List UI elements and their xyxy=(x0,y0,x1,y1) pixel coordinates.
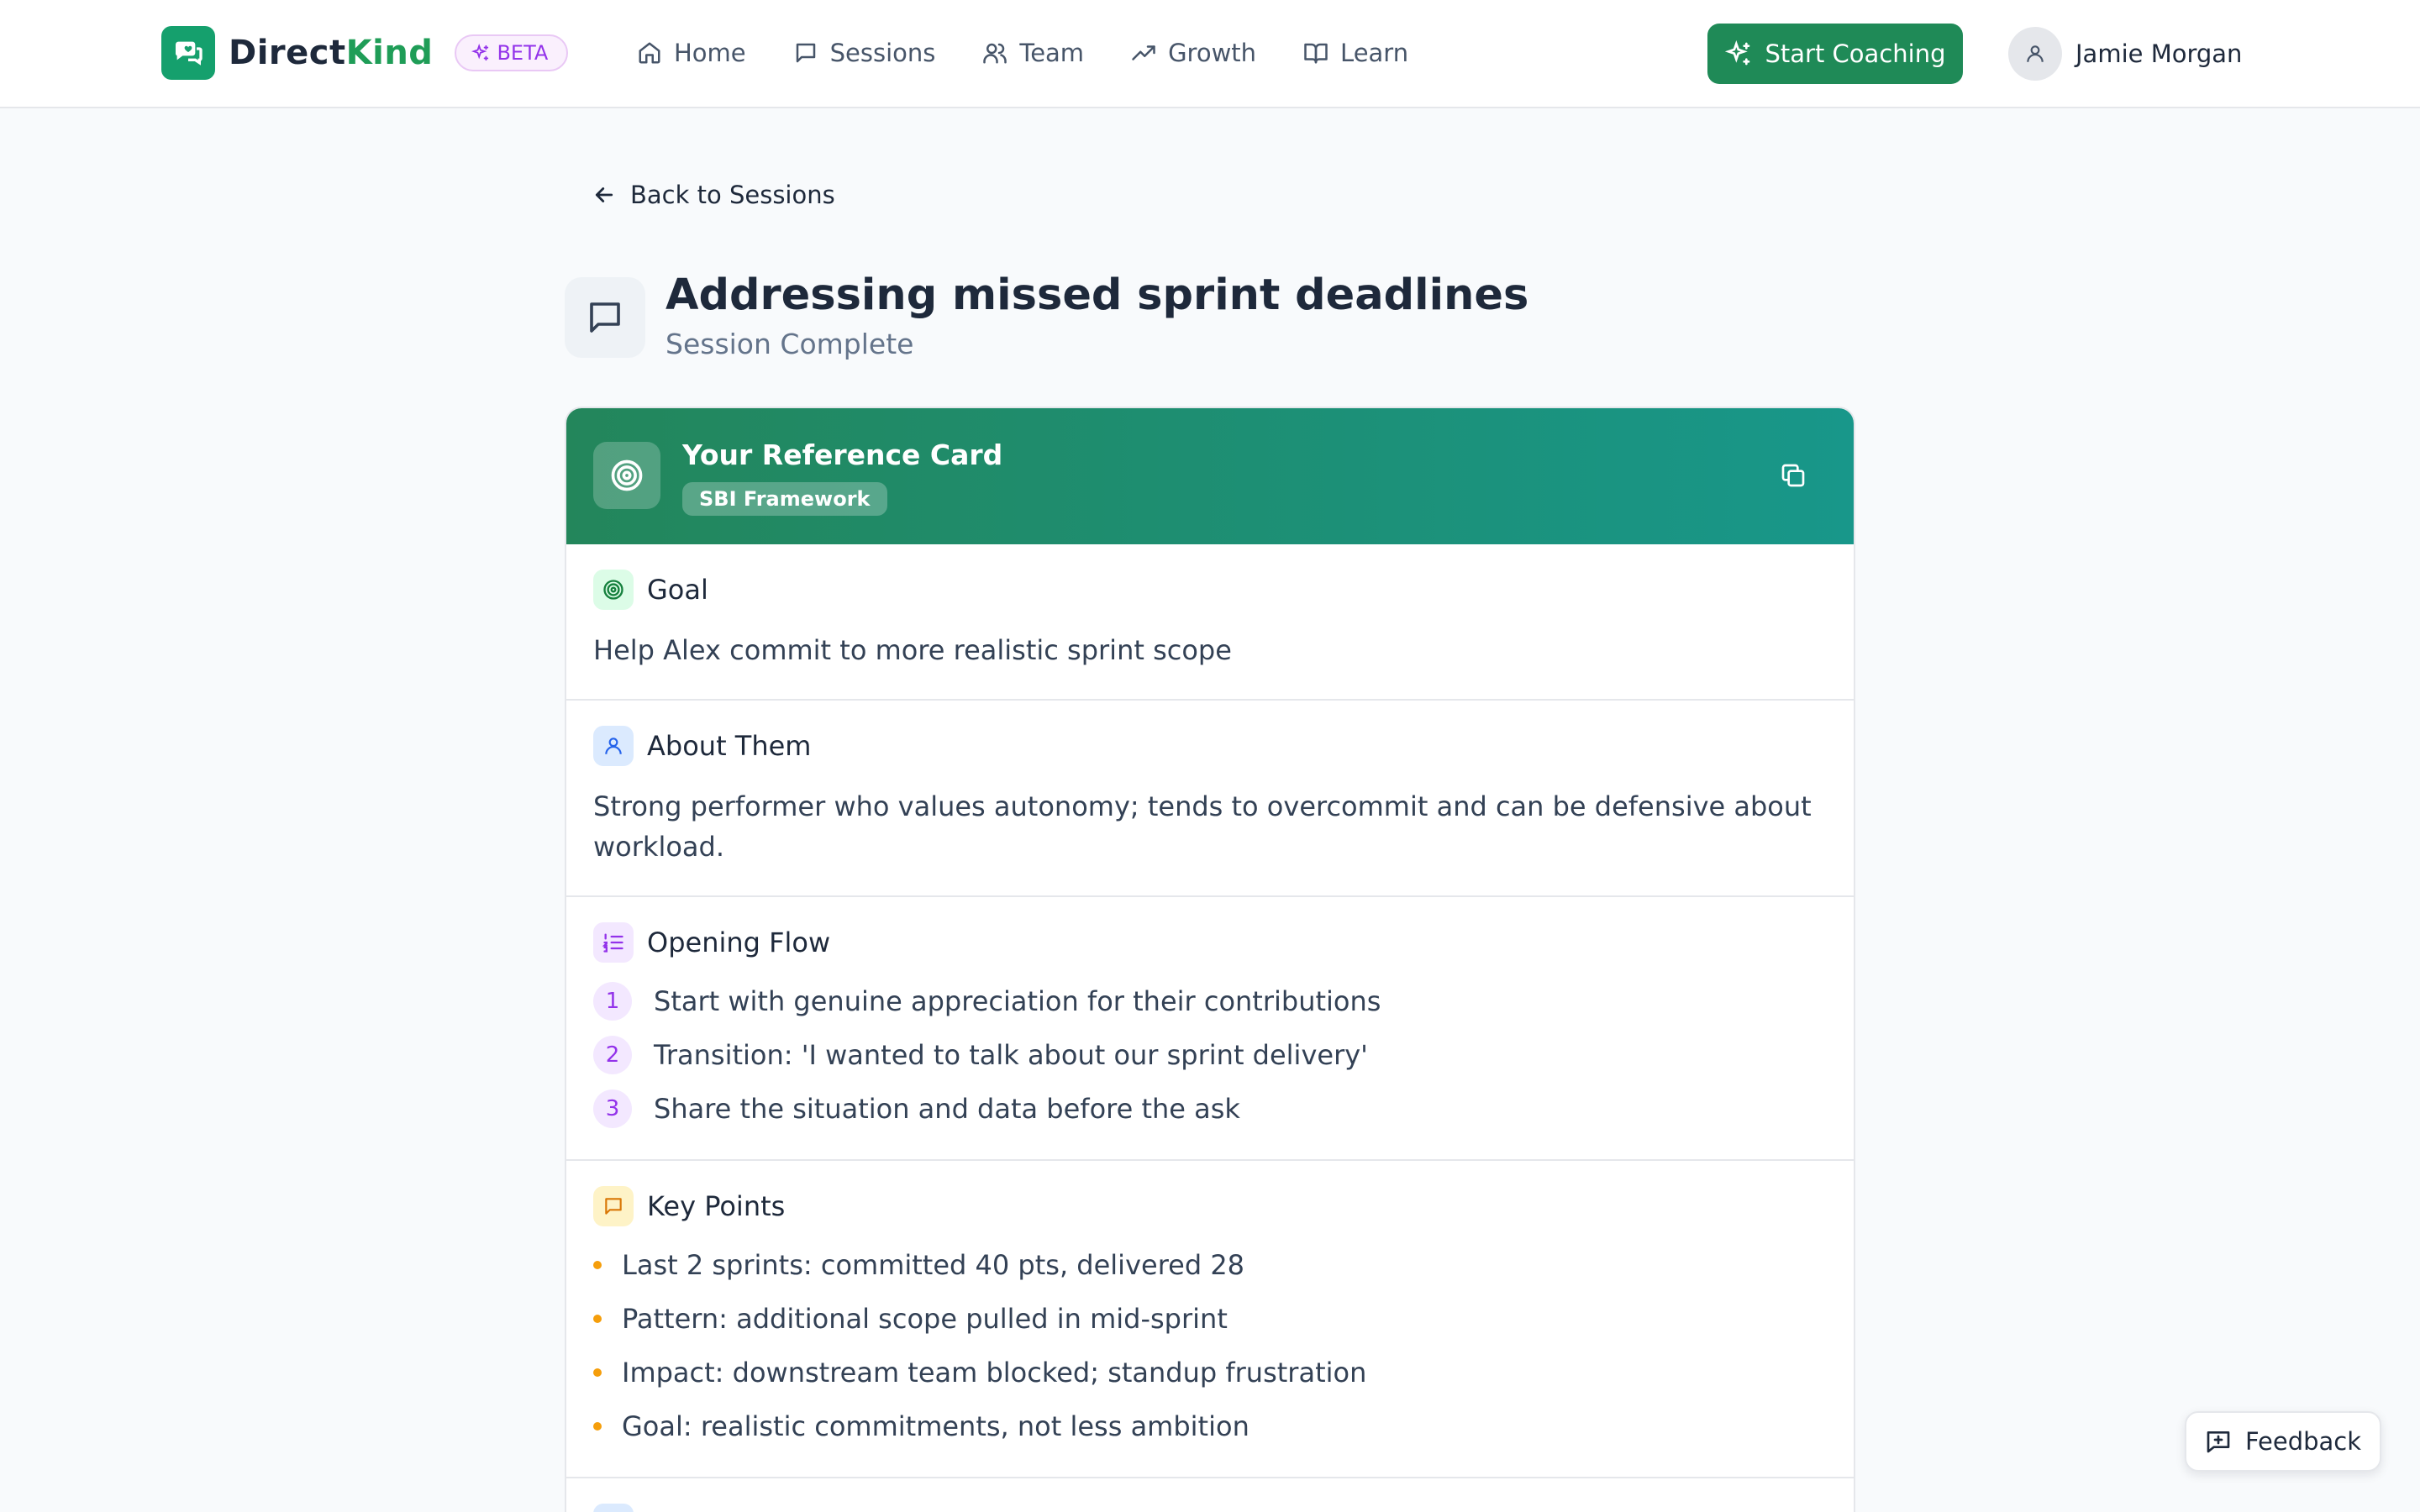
back-to-sessions-link[interactable]: Back to Sessions xyxy=(592,178,835,212)
goal-heading: Goal xyxy=(647,574,708,606)
bullet-icon xyxy=(593,1422,602,1431)
list-item: 1 Start with genuine appreciation for th… xyxy=(593,981,1381,1021)
copy-button[interactable] xyxy=(1773,455,1813,496)
session-chat-icon xyxy=(565,277,645,358)
reference-card-header: Your Reference Card SBI Framework xyxy=(566,408,1854,544)
trending-up-icon xyxy=(1132,45,1155,60)
nav-item-label: Learn xyxy=(1340,39,1409,67)
chat-icon xyxy=(593,1186,634,1226)
framework-badge: SBI Framework xyxy=(682,482,887,516)
beta-label: BETA xyxy=(497,41,549,65)
goal-heading-row: Goal xyxy=(593,570,708,610)
home-icon xyxy=(639,42,660,64)
nav-item-label: Home xyxy=(674,39,746,67)
nav-item-team[interactable]: Team xyxy=(982,34,1084,72)
key-points-heading: Key Points xyxy=(647,1190,786,1222)
brand-name-part1: Direct xyxy=(229,34,346,72)
list-item: 3 Share the situation and data before th… xyxy=(593,1089,1240,1129)
list-item: Pattern: additional scope pulled in mid-… xyxy=(593,1299,1228,1339)
target-icon xyxy=(593,570,634,610)
nav-item-label: Team xyxy=(1019,39,1085,67)
reference-card-title: Your Reference Card xyxy=(682,438,1003,471)
user-name: Jamie Morgan xyxy=(2075,39,2243,68)
back-label: Back to Sessions xyxy=(630,181,835,209)
sparkles-icon xyxy=(471,44,489,61)
key-point-text: Goal: realistic commitments, not less am… xyxy=(622,1410,1249,1442)
book-icon xyxy=(1304,43,1328,64)
avatar xyxy=(2008,27,2062,81)
reference-card: Your Reference Card SBI Framework Goal H… xyxy=(565,407,1855,1512)
bullet-icon xyxy=(593,1368,602,1377)
feedback-button[interactable]: Feedback xyxy=(2185,1411,2381,1472)
bullet-icon xyxy=(593,1315,602,1323)
message-plus-icon xyxy=(2207,1431,2230,1453)
main-nav: Home Sessions Team Growth Learn xyxy=(637,34,1455,72)
about-text: Strong performer who values autonomy; te… xyxy=(593,790,1812,863)
nav-item-label: Growth xyxy=(1168,39,1257,67)
list-item: Impact: downstream team blocked; standup… xyxy=(593,1352,1366,1393)
nav-item-label: Sessions xyxy=(829,39,936,67)
nav-item-sessions[interactable]: Sessions xyxy=(793,34,936,72)
step-number: 2 xyxy=(593,1036,632,1074)
list-item: Last 2 sprints: committed 40 pts, delive… xyxy=(593,1245,1244,1285)
step-text: Start with genuine appreciation for thei… xyxy=(654,985,1381,1017)
list-item: Goal: realistic commitments, not less am… xyxy=(593,1406,1249,1446)
nav-item-growth[interactable]: Growth xyxy=(1131,34,1256,72)
step-number: 3 xyxy=(593,1089,632,1128)
nav-item-learn[interactable]: Learn xyxy=(1303,34,1408,72)
about-section: About Them Strong performer who values a… xyxy=(566,701,1854,897)
sparkles-icon xyxy=(1724,40,1749,66)
goal-text: Help Alex commit to more realistic sprin… xyxy=(593,634,1232,666)
key-point-text: Impact: downstream team blocked; standup… xyxy=(622,1357,1367,1389)
nav-item-home[interactable]: Home xyxy=(637,34,746,72)
arrow-left-icon xyxy=(595,187,613,202)
session-status: Session Complete xyxy=(666,328,914,360)
top-nav-bar: DirectKind BETA Home Sessions Team Growt… xyxy=(0,0,2420,108)
chat-icon xyxy=(796,43,815,63)
brand[interactable]: DirectKind BETA xyxy=(161,26,569,80)
step-text: Share the situation and data before the … xyxy=(654,1093,1240,1125)
start-coaching-button[interactable]: Start Coaching xyxy=(1707,24,1963,84)
key-point-text: Pattern: additional scope pulled in mid-… xyxy=(622,1303,1228,1335)
step-text: Transition: 'I wanted to talk about our … xyxy=(654,1039,1368,1071)
opening-flow-heading-row: Opening Flow xyxy=(593,922,830,963)
step-number: 1 xyxy=(593,982,632,1021)
brand-name-part2: Kind xyxy=(345,34,434,72)
page-title: Addressing missed sprint deadlines xyxy=(666,270,1529,320)
bullet-icon xyxy=(593,1261,602,1269)
brand-logo-icon xyxy=(161,26,215,80)
target-icon xyxy=(593,442,660,509)
user-icon xyxy=(593,726,634,766)
key-points-heading-row: Key Points xyxy=(593,1186,785,1226)
feedback-label: Feedback xyxy=(2244,1427,2362,1456)
user-menu[interactable]: Jamie Morgan xyxy=(2008,27,2242,81)
next-section-icon xyxy=(593,1504,634,1512)
about-heading-row: About Them xyxy=(593,726,811,766)
opening-flow-section: Opening Flow 1 Start with genuine apprec… xyxy=(566,897,1854,1161)
start-coaching-label: Start Coaching xyxy=(1765,39,1946,68)
copy-icon xyxy=(1781,464,1805,487)
brand-name: DirectKind xyxy=(229,34,433,72)
list-ordered-icon xyxy=(593,922,634,963)
user-icon xyxy=(2027,45,2044,62)
opening-flow-heading: Opening Flow xyxy=(647,927,831,958)
goal-section: Goal Help Alex commit to more realistic … xyxy=(566,544,1854,701)
key-point-text: Last 2 sprints: committed 40 pts, delive… xyxy=(622,1249,1245,1281)
list-item: 2 Transition: 'I wanted to talk about ou… xyxy=(593,1035,1368,1075)
about-heading: About Them xyxy=(647,730,812,762)
users-icon xyxy=(983,43,1007,64)
key-points-section: Key Points Last 2 sprints: committed 40 … xyxy=(566,1161,1854,1478)
beta-badge: BETA xyxy=(455,34,569,71)
